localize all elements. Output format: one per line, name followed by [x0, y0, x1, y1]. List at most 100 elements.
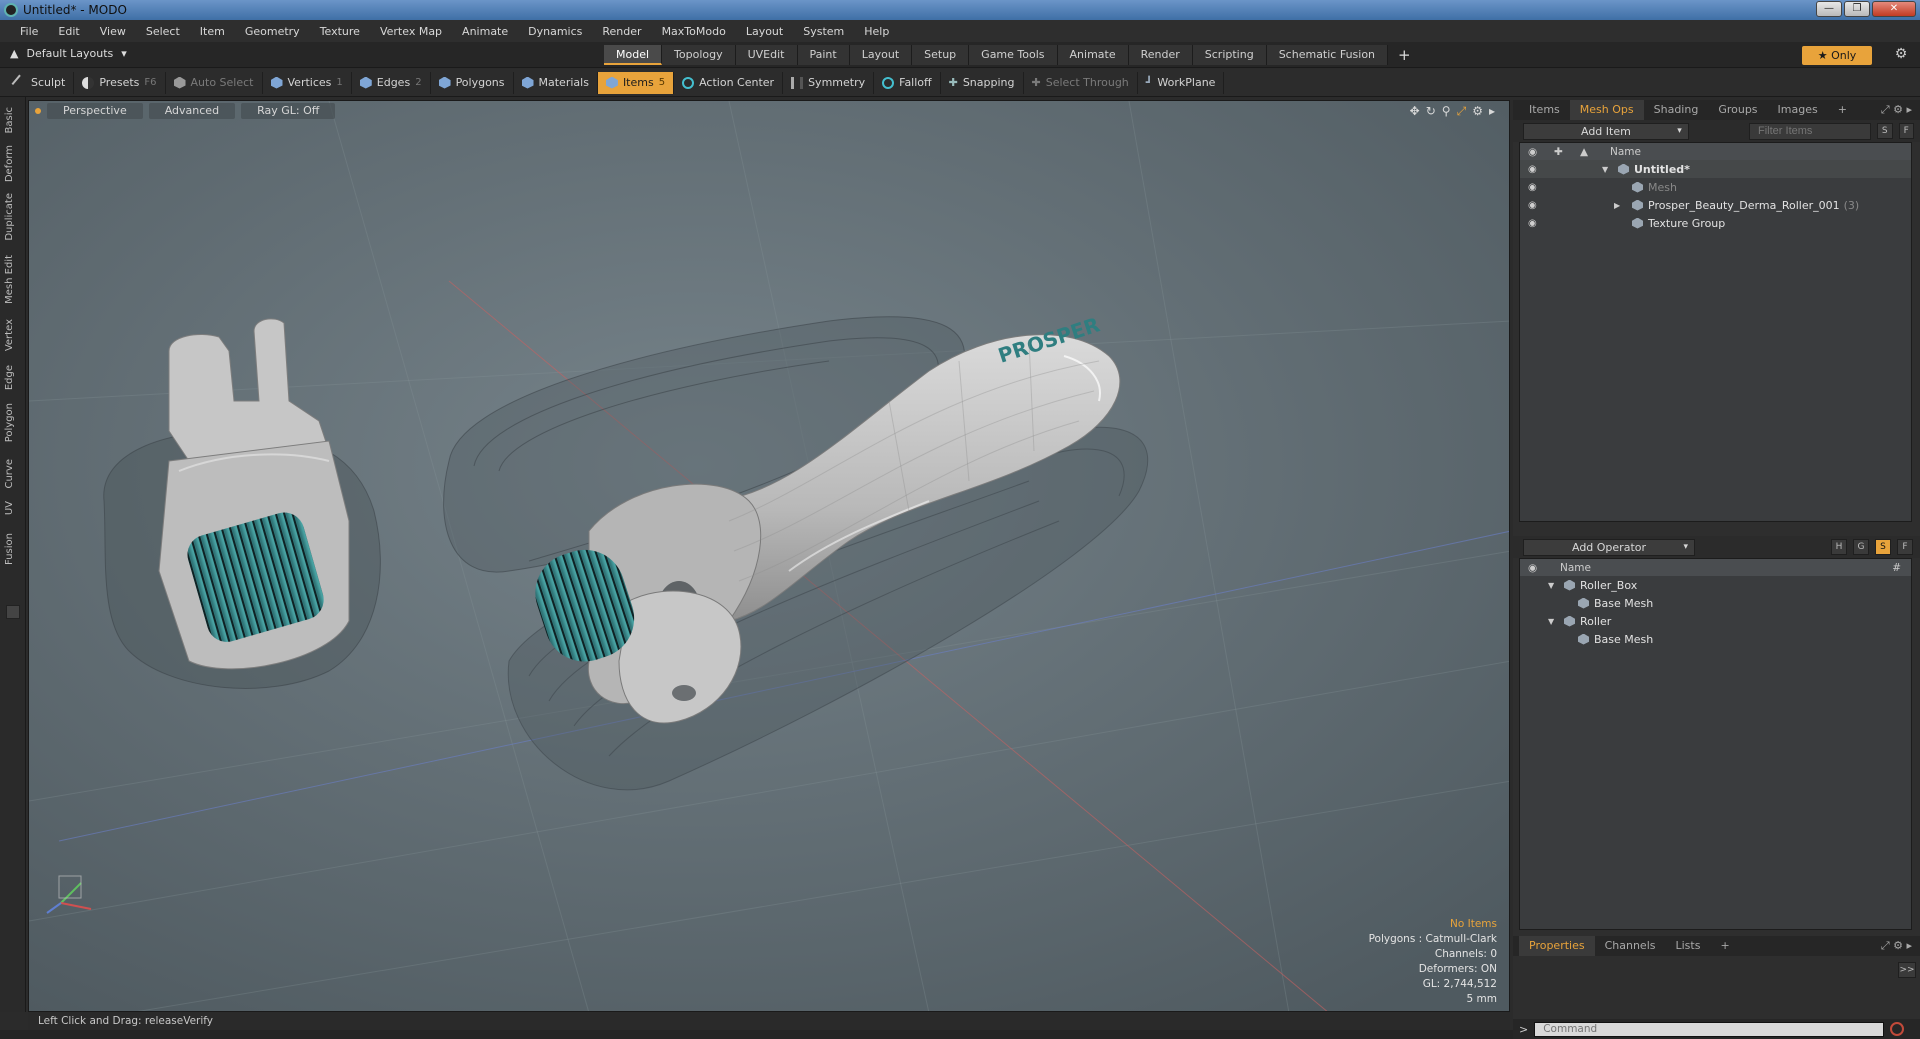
tab-polygon[interactable]: Polygon	[4, 403, 15, 442]
panel-options-icon[interactable]: ⤢ ⚙ ▸	[1881, 103, 1912, 117]
collapsed-triangle-icon[interactable]: ▶	[1614, 201, 1626, 210]
expand-triangle-icon[interactable]: ▼	[1548, 617, 1560, 626]
add-tab-icon[interactable]: +	[1388, 45, 1421, 65]
vertices-button[interactable]: Vertices 1	[263, 71, 352, 94]
list-item[interactable]: Base Mesh	[1520, 594, 1911, 612]
viewport-menu-dot-icon[interactable]	[35, 108, 41, 114]
perspective-button[interactable]: Perspective	[47, 103, 143, 119]
menu-maxtomodo[interactable]: MaxToModo	[652, 25, 736, 38]
workplane-button[interactable]: ┛ WorkPlane	[1138, 71, 1225, 94]
tab-duplicate[interactable]: Duplicate	[4, 193, 15, 241]
menu-help[interactable]: Help	[854, 25, 899, 38]
tab-topology[interactable]: Topology	[662, 45, 736, 65]
list-item[interactable]: ◉ ▶ Prosper_Beauty_Derma_Roller_001 (3)	[1520, 196, 1911, 214]
operator-f-button[interactable]: F	[1897, 539, 1913, 555]
tab-basic[interactable]: Basic	[4, 107, 15, 133]
tab-vertex[interactable]: Vertex	[4, 319, 15, 351]
viewport-expand-icon[interactable]: ▸	[1489, 104, 1495, 119]
rotate-icon[interactable]: ↻	[1426, 104, 1436, 119]
tab-deform[interactable]: Deform	[4, 145, 15, 182]
expand-triangle-icon[interactable]: ▼	[1548, 581, 1560, 590]
menu-select[interactable]: Select	[136, 25, 190, 38]
tab-edge[interactable]: Edge	[4, 365, 15, 390]
list-item[interactable]: ▼ Roller_Box	[1520, 576, 1911, 594]
menu-animate[interactable]: Animate	[452, 25, 518, 38]
filter-f-button[interactable]: F	[1898, 123, 1914, 139]
polygons-button[interactable]: Polygons	[431, 71, 514, 94]
only-toggle-button[interactable]: ★ Only	[1802, 46, 1872, 65]
list-item[interactable]: ◉ Mesh	[1520, 178, 1911, 196]
menu-file[interactable]: File	[10, 25, 48, 38]
tab-mesh-ops[interactable]: Mesh Ops	[1569, 100, 1644, 120]
tab-render[interactable]: Render	[1128, 45, 1193, 65]
eye-icon[interactable]: ◉	[1528, 182, 1540, 193]
sculpt-button[interactable]: Sculpt	[6, 71, 75, 94]
tab-paint[interactable]: Paint	[797, 45, 850, 65]
eye-icon[interactable]: ◉	[1528, 200, 1540, 211]
edges-button[interactable]: Edges 2	[352, 71, 431, 94]
menu-edit[interactable]: Edit	[48, 25, 89, 38]
layout-dropdown[interactable]: ▲ Default Layouts ▾	[10, 47, 127, 60]
operator-s-button[interactable]: S	[1875, 539, 1891, 555]
maximize-icon[interactable]: ❐	[1844, 1, 1870, 17]
list-item[interactable]: ◉ ▼ Untitled*	[1520, 160, 1911, 178]
filter-items-input[interactable]	[1749, 122, 1872, 140]
add-properties-tab-icon[interactable]: +	[1710, 936, 1739, 956]
tab-uv[interactable]: UV	[4, 501, 15, 515]
tab-layout[interactable]: Layout	[849, 45, 913, 65]
filter-s-button[interactable]: S	[1877, 123, 1893, 139]
menu-system[interactable]: System	[793, 25, 854, 38]
presets-button[interactable]: Presets F6	[74, 71, 166, 94]
materials-button[interactable]: Materials	[514, 71, 598, 94]
menu-layout[interactable]: Layout	[736, 25, 793, 38]
expand-triangle-icon[interactable]: ▼	[1602, 165, 1614, 174]
tab-groups[interactable]: Groups	[1708, 100, 1767, 120]
tab-setup[interactable]: Setup	[912, 45, 970, 65]
add-panel-tab-icon[interactable]: +	[1828, 100, 1857, 120]
viewport-gear-icon[interactable]: ⚙	[1472, 104, 1483, 119]
tab-uvedit[interactable]: UVEdit	[735, 45, 798, 65]
pan-icon[interactable]: ✥	[1410, 104, 1420, 119]
advanced-button[interactable]: Advanced	[148, 103, 236, 119]
record-macro-icon[interactable]	[1890, 1022, 1905, 1036]
tab-items[interactable]: Items	[1519, 100, 1570, 120]
menu-geometry[interactable]: Geometry	[235, 25, 310, 38]
left-panel-toggle[interactable]	[6, 605, 20, 619]
tab-curve[interactable]: Curve	[4, 459, 15, 489]
tab-animate[interactable]: Animate	[1057, 45, 1129, 65]
menu-dynamics[interactable]: Dynamics	[518, 25, 592, 38]
auto-select-button[interactable]: Auto Select	[166, 71, 263, 94]
menu-vertex-map[interactable]: Vertex Map	[370, 25, 452, 38]
tab-fusion[interactable]: Fusion	[4, 533, 15, 565]
command-input[interactable]	[1534, 1021, 1885, 1037]
operator-g-button[interactable]: G	[1853, 539, 1869, 555]
action-center-button[interactable]: Action Center	[674, 71, 784, 94]
tab-model[interactable]: Model	[604, 45, 663, 65]
gear-icon[interactable]: ⚙	[1892, 46, 1910, 64]
minimize-icon[interactable]: —	[1816, 1, 1842, 17]
menu-item[interactable]: Item	[190, 25, 235, 38]
tab-mesh-edit[interactable]: Mesh Edit	[4, 255, 15, 304]
list-item[interactable]: Base Mesh	[1520, 630, 1911, 648]
operator-h-button[interactable]: H	[1831, 539, 1847, 555]
tab-game-tools[interactable]: Game Tools	[969, 45, 1058, 65]
add-operator-dropdown[interactable]: Add Operator ▾	[1523, 538, 1695, 556]
snapping-button[interactable]: ✚ Snapping	[941, 71, 1024, 94]
properties-options-icon[interactable]: ⤢ ⚙ ▸	[1881, 939, 1912, 953]
tab-scripting[interactable]: Scripting	[1192, 45, 1267, 65]
3d-viewport[interactable]: Perspective Advanced Ray GL: Off ✥ ↻ ⚲ ⤢…	[28, 100, 1510, 1012]
items-button[interactable]: Items 5	[597, 71, 675, 94]
tab-images[interactable]: Images	[1768, 100, 1828, 120]
menu-render[interactable]: Render	[592, 25, 651, 38]
tab-properties[interactable]: Properties	[1519, 936, 1595, 956]
menu-texture[interactable]: Texture	[310, 25, 370, 38]
close-icon[interactable]: ✕	[1872, 1, 1916, 17]
add-item-dropdown[interactable]: Add Item ▾	[1523, 122, 1689, 140]
falloff-button[interactable]: Falloff	[874, 71, 941, 94]
fit-icon[interactable]: ⤢	[1457, 104, 1467, 119]
list-item[interactable]: ▼ Roller	[1520, 612, 1911, 630]
symmetry-button[interactable]: Symmetry	[783, 71, 875, 94]
zoom-icon[interactable]: ⚲	[1442, 104, 1451, 119]
eye-icon[interactable]: ◉	[1528, 164, 1540, 175]
tab-lists[interactable]: Lists	[1666, 936, 1711, 956]
